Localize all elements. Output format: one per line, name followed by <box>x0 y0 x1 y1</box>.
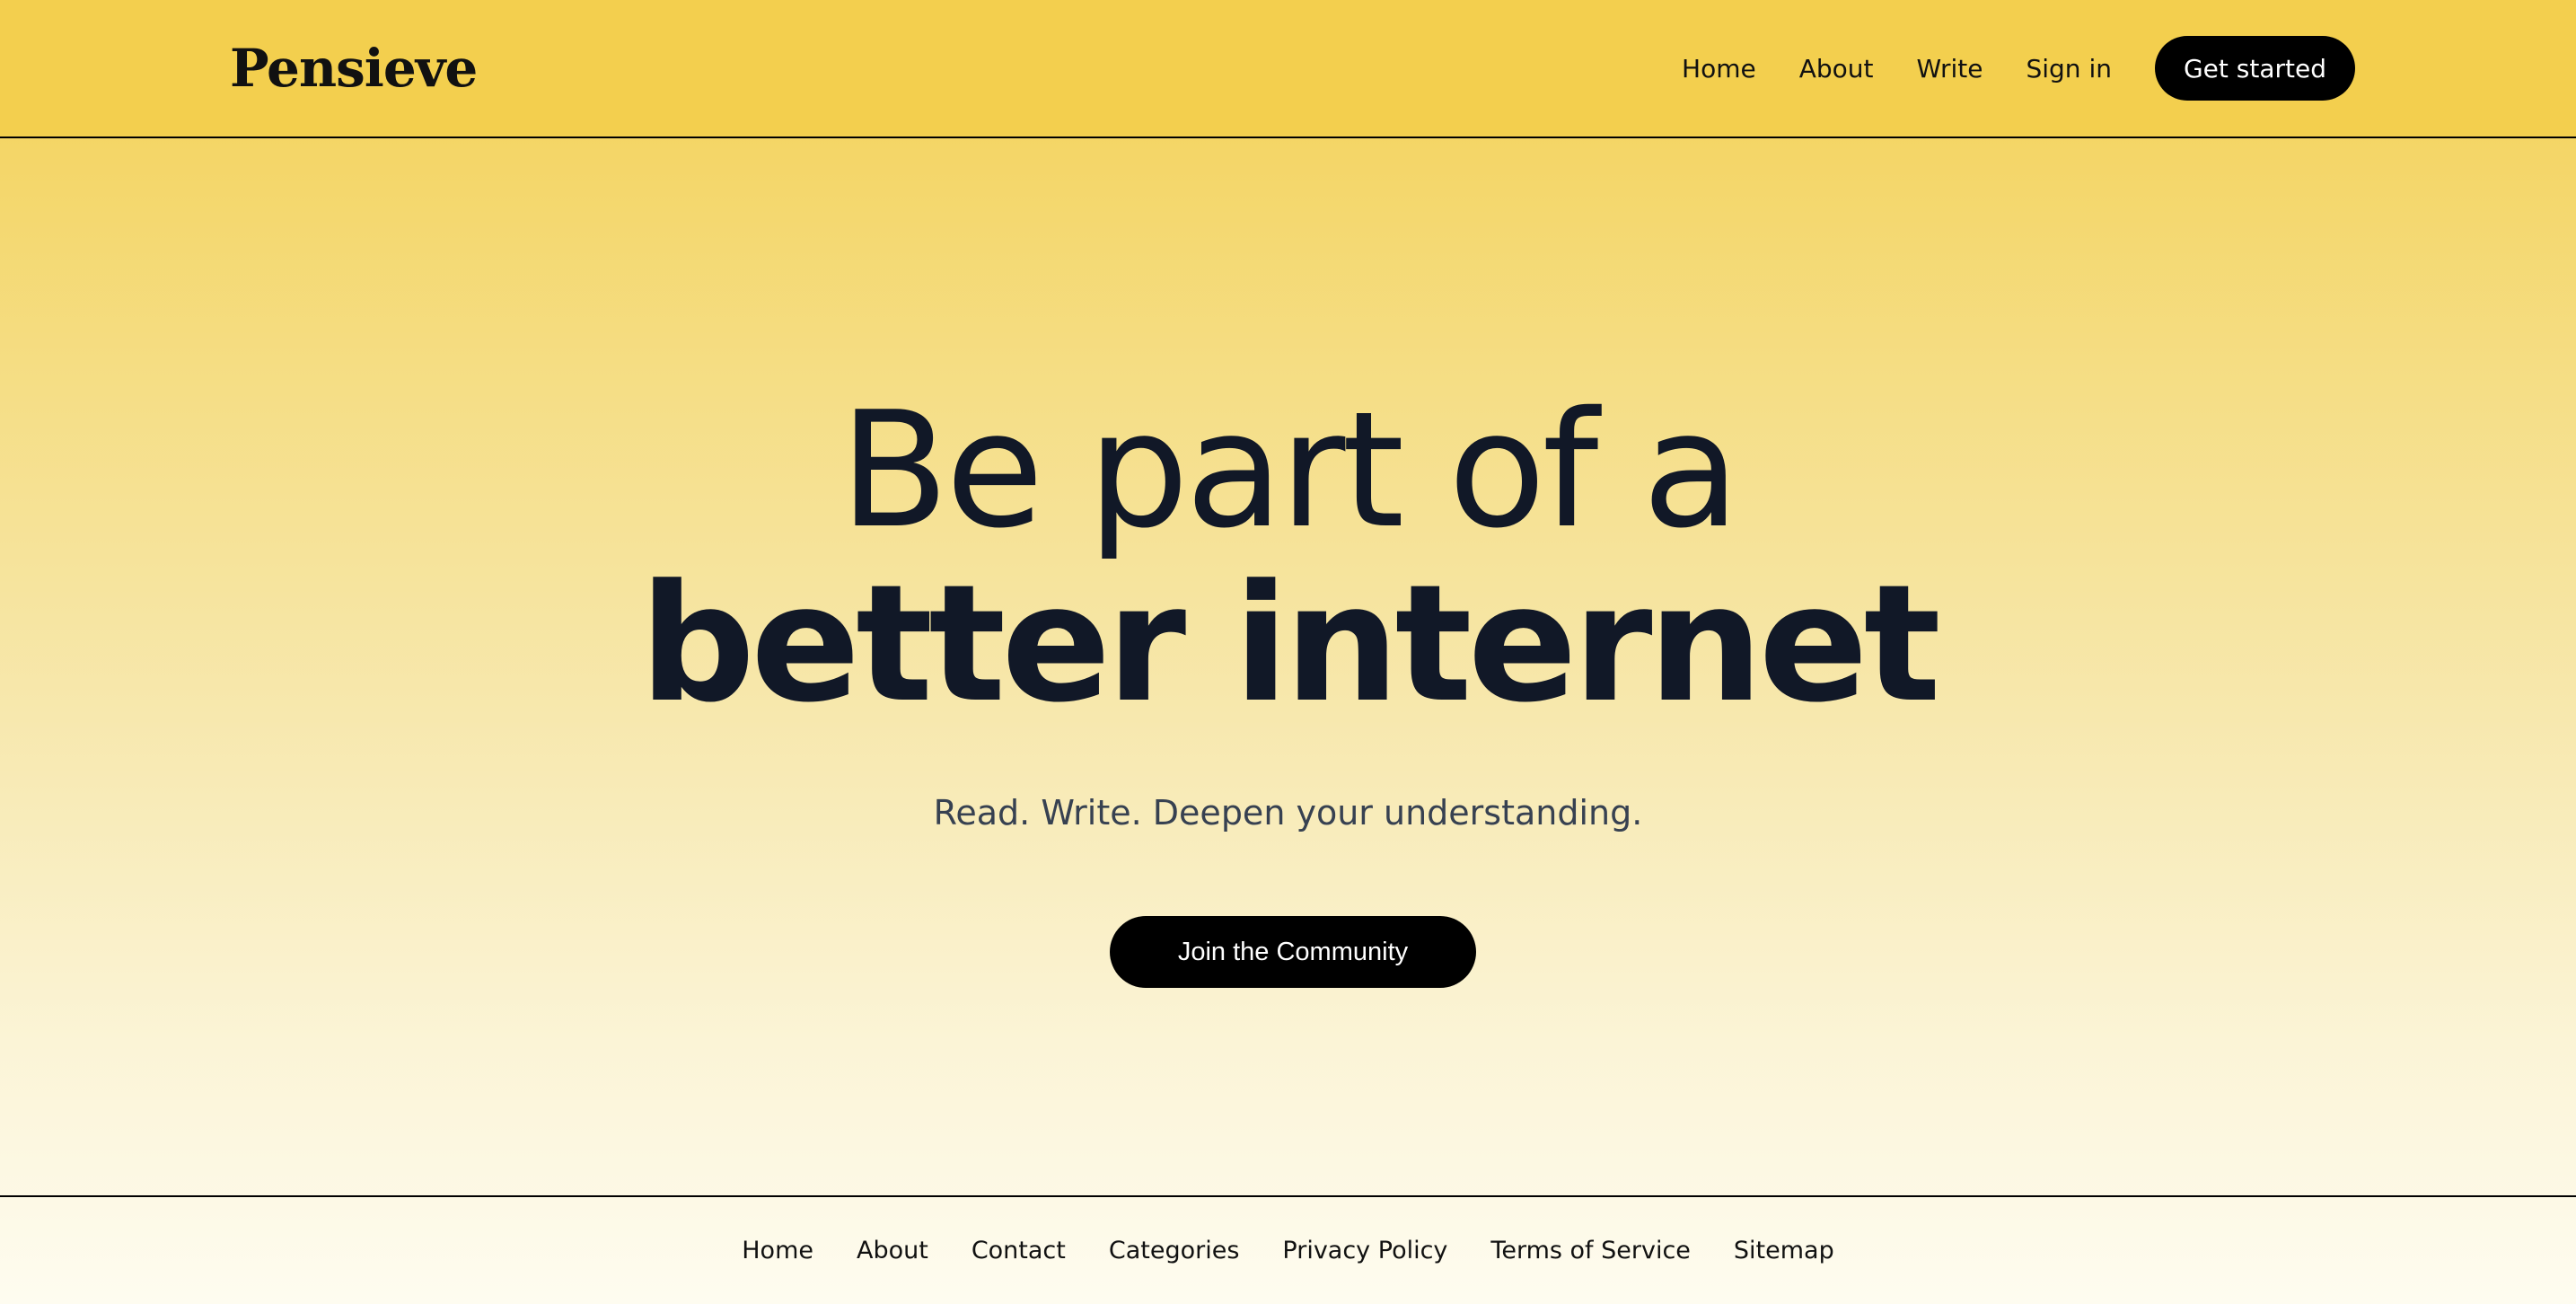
join-community-button[interactable]: Join the Community <box>1110 916 1476 988</box>
footer-link-privacy-policy[interactable]: Privacy Policy <box>1282 1237 1447 1264</box>
footer-link-sitemap[interactable]: Sitemap <box>1734 1237 1834 1264</box>
nav-link-sign-in[interactable]: Sign in <box>2026 54 2112 84</box>
get-started-button[interactable]: Get started <box>2154 36 2355 101</box>
logo[interactable]: Pensieve <box>230 32 478 104</box>
hero-headline-line2: better internet <box>639 551 1941 738</box>
hero-headline-line1: Be part of a <box>839 377 1740 563</box>
nav-link-home[interactable]: Home <box>1682 54 1756 84</box>
main-nav: Home About Write Sign in Get started <box>1682 36 2355 101</box>
footer-link-home[interactable]: Home <box>742 1237 813 1264</box>
footer-nav: Home About Contact Categories Privacy Po… <box>0 1237 2576 1264</box>
footer-link-about[interactable]: About <box>857 1237 928 1264</box>
nav-link-about[interactable]: About <box>1799 54 1874 84</box>
site-header: Pensieve Home About Write Sign in Get st… <box>0 0 2576 138</box>
footer-link-contact[interactable]: Contact <box>971 1237 1066 1264</box>
nav-link-write[interactable]: Write <box>1917 54 1983 84</box>
footer-link-categories[interactable]: Categories <box>1109 1237 1240 1264</box>
hero-subheadline: Read. Write. Deepen your understanding. <box>933 793 1643 833</box>
footer-link-terms-of-service[interactable]: Terms of Service <box>1490 1237 1691 1264</box>
site-footer: Home About Contact Categories Privacy Po… <box>0 1195 2576 1304</box>
hero-section: Be part of a better internet Read. Write… <box>0 140 2576 1196</box>
